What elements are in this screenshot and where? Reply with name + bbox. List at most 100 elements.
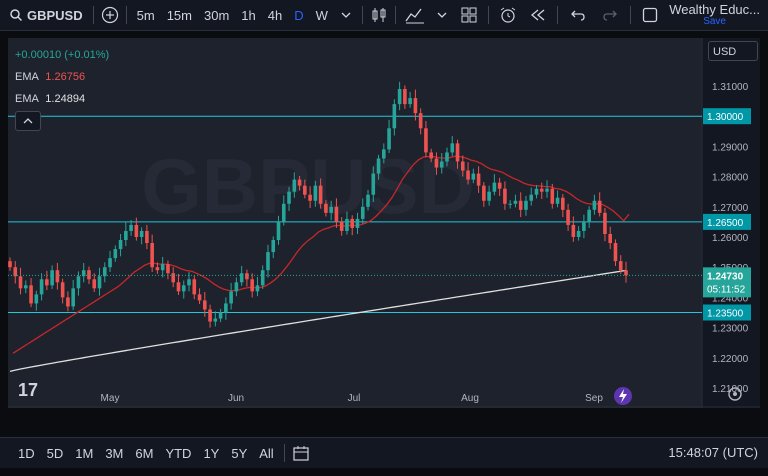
candle-body bbox=[408, 98, 412, 105]
candle-body bbox=[503, 188, 507, 204]
square-icon bbox=[642, 7, 658, 23]
candle-body bbox=[529, 194, 534, 201]
search-icon bbox=[10, 9, 22, 21]
timeframe-5m[interactable]: 5m bbox=[131, 0, 161, 30]
candle-body bbox=[45, 279, 49, 286]
price-tick-label: 1.31000 bbox=[712, 82, 749, 93]
utc-clock[interactable]: 15:48:07 (UTC) bbox=[668, 438, 758, 468]
calendar-icon bbox=[293, 446, 309, 461]
candle-body bbox=[8, 261, 12, 268]
legend-collapse-button[interactable] bbox=[15, 111, 41, 131]
chart-legend: +0.00010 (+0.01%) EMA 1.26756 EMA 1.2489… bbox=[15, 44, 109, 131]
candle-body bbox=[271, 240, 276, 253]
candle-body bbox=[545, 188, 549, 192]
time-tick-label: Jul bbox=[348, 393, 361, 404]
candle-body bbox=[429, 152, 433, 159]
save-link[interactable]: Save bbox=[669, 16, 760, 27]
range-1m[interactable]: 1M bbox=[69, 446, 99, 461]
candle-body bbox=[187, 279, 191, 286]
candle-body bbox=[50, 270, 54, 286]
range-ytd[interactable]: YTD bbox=[159, 446, 197, 461]
grid-icon bbox=[461, 7, 477, 23]
candle-body bbox=[355, 218, 360, 228]
separator bbox=[556, 6, 558, 24]
indicators-dropdown[interactable] bbox=[430, 0, 454, 30]
candle-body bbox=[166, 264, 170, 274]
currency-select[interactable]: USD bbox=[708, 41, 758, 61]
range-5d[interactable]: 5D bbox=[41, 446, 70, 461]
timeframe-w[interactable]: W bbox=[310, 0, 334, 30]
price-tick-label: 1.28000 bbox=[712, 173, 749, 184]
range-5y[interactable]: 5Y bbox=[225, 446, 253, 461]
date-range-button[interactable] bbox=[289, 438, 313, 468]
candle-body bbox=[218, 312, 223, 319]
separator bbox=[283, 444, 285, 462]
candle-body bbox=[124, 230, 128, 241]
candle-body bbox=[60, 282, 65, 298]
range-3m[interactable]: 3M bbox=[99, 446, 129, 461]
candle-body bbox=[287, 191, 291, 204]
candle-body bbox=[618, 261, 623, 271]
timeframe-15m[interactable]: 15m bbox=[161, 0, 198, 30]
price-tick-label: 1.29000 bbox=[712, 142, 749, 153]
separator bbox=[92, 6, 94, 24]
candle-body bbox=[350, 218, 355, 228]
range-all[interactable]: All bbox=[253, 446, 279, 461]
candle-body bbox=[397, 89, 402, 105]
undo-button[interactable] bbox=[562, 0, 594, 30]
add-symbol-button[interactable] bbox=[98, 0, 122, 30]
timeframe-30m[interactable]: 30m bbox=[198, 0, 235, 30]
chart-type-button[interactable] bbox=[367, 0, 391, 30]
candle-body bbox=[213, 318, 218, 322]
candle-body bbox=[460, 161, 465, 171]
candle-body bbox=[118, 240, 123, 250]
timeframe-4h[interactable]: 4h bbox=[262, 0, 288, 30]
indicators-button[interactable] bbox=[400, 0, 430, 30]
ema-fast-value: 1.26756 bbox=[45, 71, 86, 83]
price-tick-label: 1.23000 bbox=[712, 324, 749, 335]
candle-body bbox=[603, 212, 607, 234]
candle-body bbox=[566, 209, 570, 225]
candle-body bbox=[139, 230, 144, 237]
candle-body bbox=[555, 197, 560, 204]
replay-button[interactable] bbox=[523, 0, 553, 30]
candle-body bbox=[145, 230, 149, 244]
candle-body bbox=[224, 303, 228, 313]
redo-button[interactable] bbox=[594, 0, 626, 30]
fullscreen-button[interactable] bbox=[635, 0, 665, 30]
range-1d[interactable]: 1D bbox=[12, 446, 41, 461]
candle-body bbox=[539, 188, 544, 192]
candle-body bbox=[113, 249, 118, 259]
candle-body bbox=[318, 185, 323, 204]
top-toolbar: GBPUSD 5m 15m 30m 1h 4h D W Wealthy Educ… bbox=[0, 0, 768, 31]
ema-fast-label: EMA bbox=[15, 71, 39, 83]
candle-body bbox=[208, 309, 212, 322]
candle-body bbox=[403, 89, 407, 105]
candle-body bbox=[339, 221, 344, 231]
candle-body bbox=[482, 185, 486, 201]
level-price-label: 1.23500 bbox=[707, 309, 744, 320]
separator bbox=[629, 6, 631, 24]
timeframe-1h[interactable]: 1h bbox=[235, 0, 261, 30]
candle-body bbox=[308, 194, 312, 201]
account-menu[interactable]: Wealthy Educ... Save bbox=[669, 2, 760, 27]
layouts-button[interactable] bbox=[454, 0, 484, 30]
candle-body bbox=[66, 297, 70, 307]
price-chart[interactable]: GBPUSD1.210001.220001.230001.240001.2500… bbox=[8, 38, 760, 408]
candle-body bbox=[297, 179, 302, 186]
candle-body bbox=[550, 188, 555, 204]
candle-body bbox=[171, 273, 176, 283]
alert-button[interactable] bbox=[493, 0, 523, 30]
symbol-search[interactable]: GBPUSD bbox=[0, 0, 89, 30]
gear-hub bbox=[733, 392, 737, 396]
timeframe-dropdown[interactable] bbox=[334, 0, 358, 30]
redo-icon bbox=[603, 10, 617, 21]
candle-body bbox=[203, 300, 207, 310]
candle-body bbox=[39, 279, 44, 295]
candle-body bbox=[87, 270, 91, 280]
rewind-icon bbox=[530, 9, 545, 21]
candle-body bbox=[34, 294, 39, 304]
range-6m[interactable]: 6M bbox=[129, 446, 159, 461]
range-1y[interactable]: 1Y bbox=[197, 446, 225, 461]
timeframe-d[interactable]: D bbox=[288, 0, 309, 30]
